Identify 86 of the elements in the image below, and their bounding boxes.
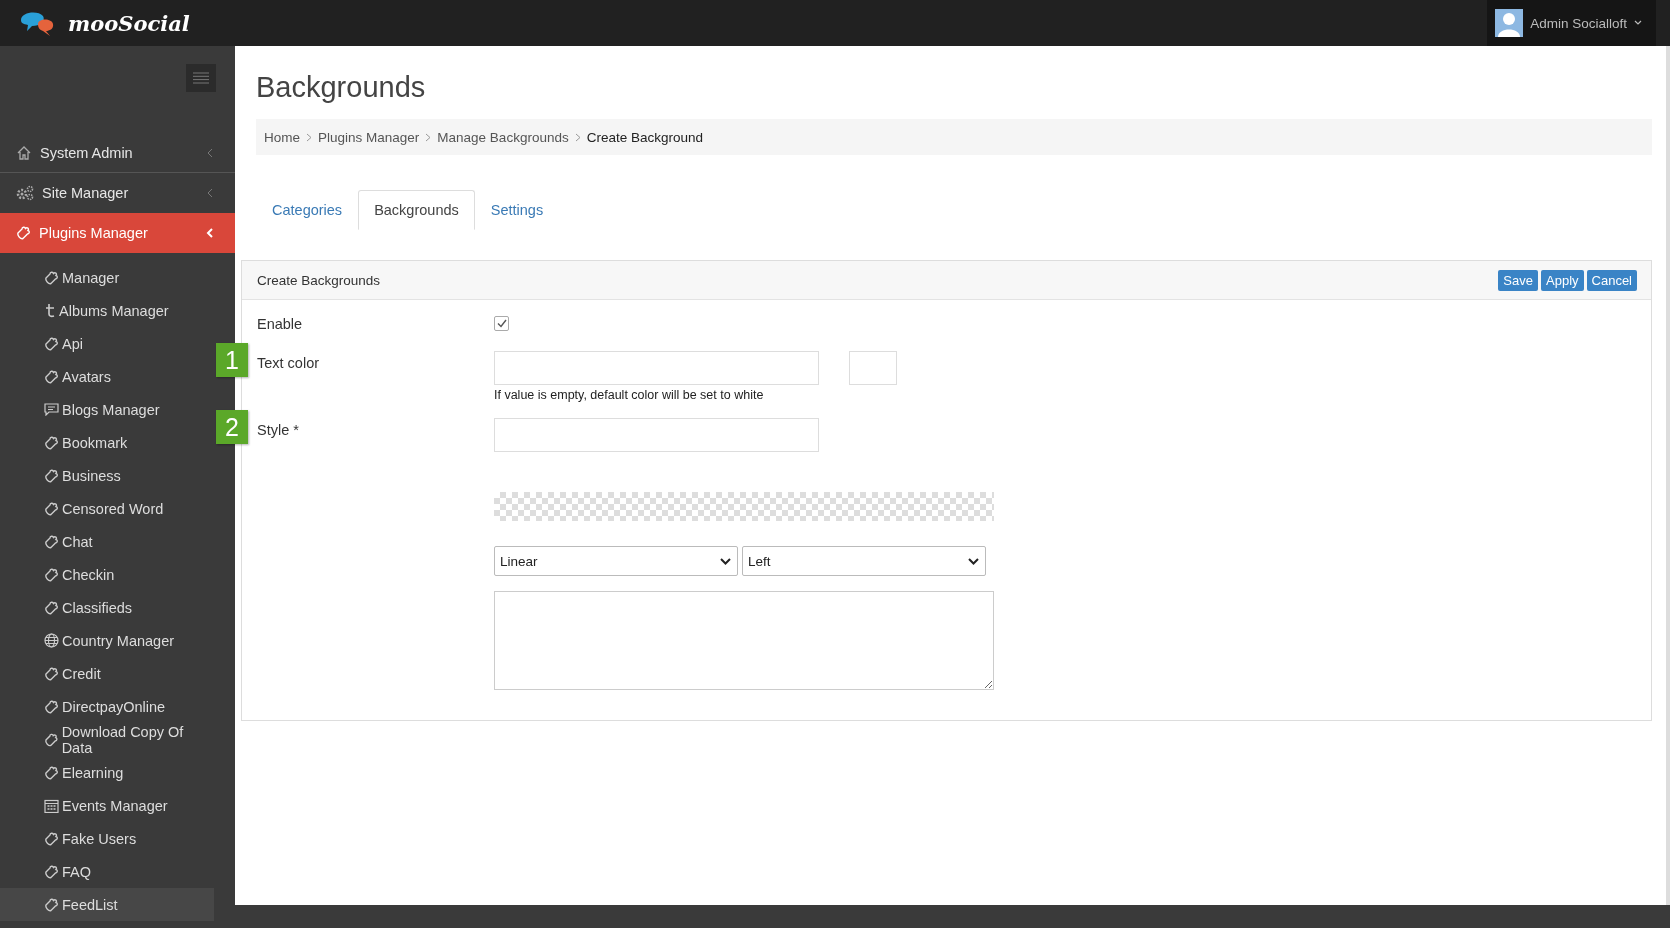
- chevron-icon: [206, 188, 213, 198]
- action-button[interactable]: Apply: [1541, 269, 1584, 291]
- step-marker: 2: [216, 410, 248, 444]
- action-button[interactable]: Cancel: [1586, 269, 1637, 291]
- chevron-icon: [425, 132, 432, 142]
- page-title: Backgrounds: [256, 73, 427, 102]
- chevron-icon: [206, 228, 213, 238]
- chevron-down-icon: [720, 557, 731, 565]
- puzzle-icon: [44, 435, 59, 450]
- puzzle-icon: [44, 699, 59, 714]
- puzzle-icon: [44, 501, 59, 516]
- sidebar-item[interactable]: Classifieds: [0, 591, 214, 624]
- chevron-icon: [206, 147, 213, 158]
- caret-icon: [1634, 20, 1642, 26]
- sidebar-item[interactable]: Manager: [0, 261, 214, 294]
- sidebar-item[interactable]: Censored Word: [0, 492, 214, 525]
- sidebar-item[interactable]: Api: [0, 327, 214, 360]
- breadcrumb-link[interactable]: Home: [264, 129, 300, 145]
- action-button[interactable]: Save: [1498, 269, 1538, 291]
- text-color-field[interactable]: [494, 351, 819, 385]
- sidebar-section[interactable]: Plugins Manager: [0, 213, 235, 253]
- chevron-icon: [574, 132, 581, 142]
- field-label: Enable: [257, 316, 303, 332]
- help-text: If value is empty, default color will be set to white: [494, 388, 765, 402]
- puzzle-icon: [44, 468, 59, 483]
- puzzle-icon: [44, 369, 59, 384]
- sidebar-item[interactable]: Checkin: [0, 558, 214, 591]
- check-icon: [496, 319, 507, 328]
- field-label: Style *: [257, 422, 299, 438]
- home-icon: [16, 144, 32, 161]
- puzzle-icon: [44, 897, 59, 912]
- text-area[interactable]: [494, 591, 994, 690]
- enable-checkbox[interactable]: [494, 316, 509, 331]
- sidebar-item[interactable]: Avatars: [0, 360, 214, 393]
- tab[interactable]: Categories: [256, 190, 359, 230]
- breadcrumb-current: Create Background: [586, 129, 703, 145]
- sidebar-item[interactable]: Events Manager: [0, 789, 214, 822]
- sidebar-item[interactable]: Country Manager: [0, 624, 214, 657]
- menu-toggle-button[interactable]: [186, 64, 216, 92]
- puzzle-icon: [44, 864, 59, 879]
- chevron-down-icon: [968, 557, 979, 565]
- sidebar-item[interactable]: Chat: [0, 525, 214, 558]
- tab[interactable]: Settings: [474, 190, 560, 230]
- avatar-icon: [1495, 9, 1524, 37]
- sidebar-item[interactable]: Blogs Manager: [0, 393, 214, 426]
- user-name: Admin Socialloft: [1530, 15, 1627, 31]
- puzzle-icon: [44, 666, 59, 681]
- puzzle-icon: [44, 732, 59, 747]
- calendar-icon: [44, 798, 59, 813]
- sidebar-item[interactable]: Albums Manager: [0, 294, 214, 327]
- user-menu[interactable]: Admin Socialloft: [1487, 0, 1656, 46]
- comment-icon: [44, 403, 59, 416]
- color-swatch[interactable]: [849, 351, 897, 385]
- breadcrumb-link[interactable]: Manage Backgrounds: [437, 129, 569, 145]
- breadcrumb-link[interactable]: Plugins Manager: [318, 129, 420, 145]
- sidebar-section[interactable]: Site Manager: [0, 173, 235, 213]
- sidebar-item[interactable]: Business: [0, 459, 214, 492]
- panel-title: Create Backgrounds: [257, 272, 381, 288]
- t-letter-icon: [44, 303, 56, 318]
- puzzle-icon: [44, 831, 59, 846]
- puzzle-icon: [44, 270, 59, 285]
- puzzle-icon: [44, 567, 59, 582]
- dropdown[interactable]: Left: [742, 546, 986, 576]
- style-field[interactable]: [494, 418, 819, 452]
- sidebar-item[interactable]: Elearning: [0, 756, 214, 789]
- sidebar-item[interactable]: Bookmark: [0, 426, 214, 459]
- sidebar-item[interactable]: Fake Users: [0, 822, 214, 855]
- puzzle-icon: [16, 226, 31, 240]
- step-marker: 1: [216, 343, 248, 377]
- field-label: Text color: [257, 355, 320, 371]
- sidebar-item[interactable]: Download Copy Of Data: [0, 723, 214, 756]
- sidebar-item[interactable]: FeedList: [0, 888, 214, 921]
- sidebar-item[interactable]: DirectpayOnline: [0, 690, 214, 723]
- gears-icon: [16, 185, 34, 201]
- puzzle-icon: [44, 336, 59, 351]
- menu-icon: [193, 72, 209, 84]
- sidebar-item[interactable]: Credit: [0, 657, 214, 690]
- logo-text[interactable]: mooSocial: [68, 10, 190, 36]
- puzzle-icon: [44, 534, 59, 549]
- sidebar-item[interactable]: FAQ: [0, 855, 214, 888]
- puzzle-icon: [44, 600, 59, 615]
- globe-icon: [44, 633, 59, 648]
- puzzle-icon: [44, 765, 59, 780]
- chevron-icon: [306, 132, 312, 142]
- tab[interactable]: Backgrounds: [358, 190, 475, 230]
- dropdown[interactable]: Linear: [494, 546, 738, 576]
